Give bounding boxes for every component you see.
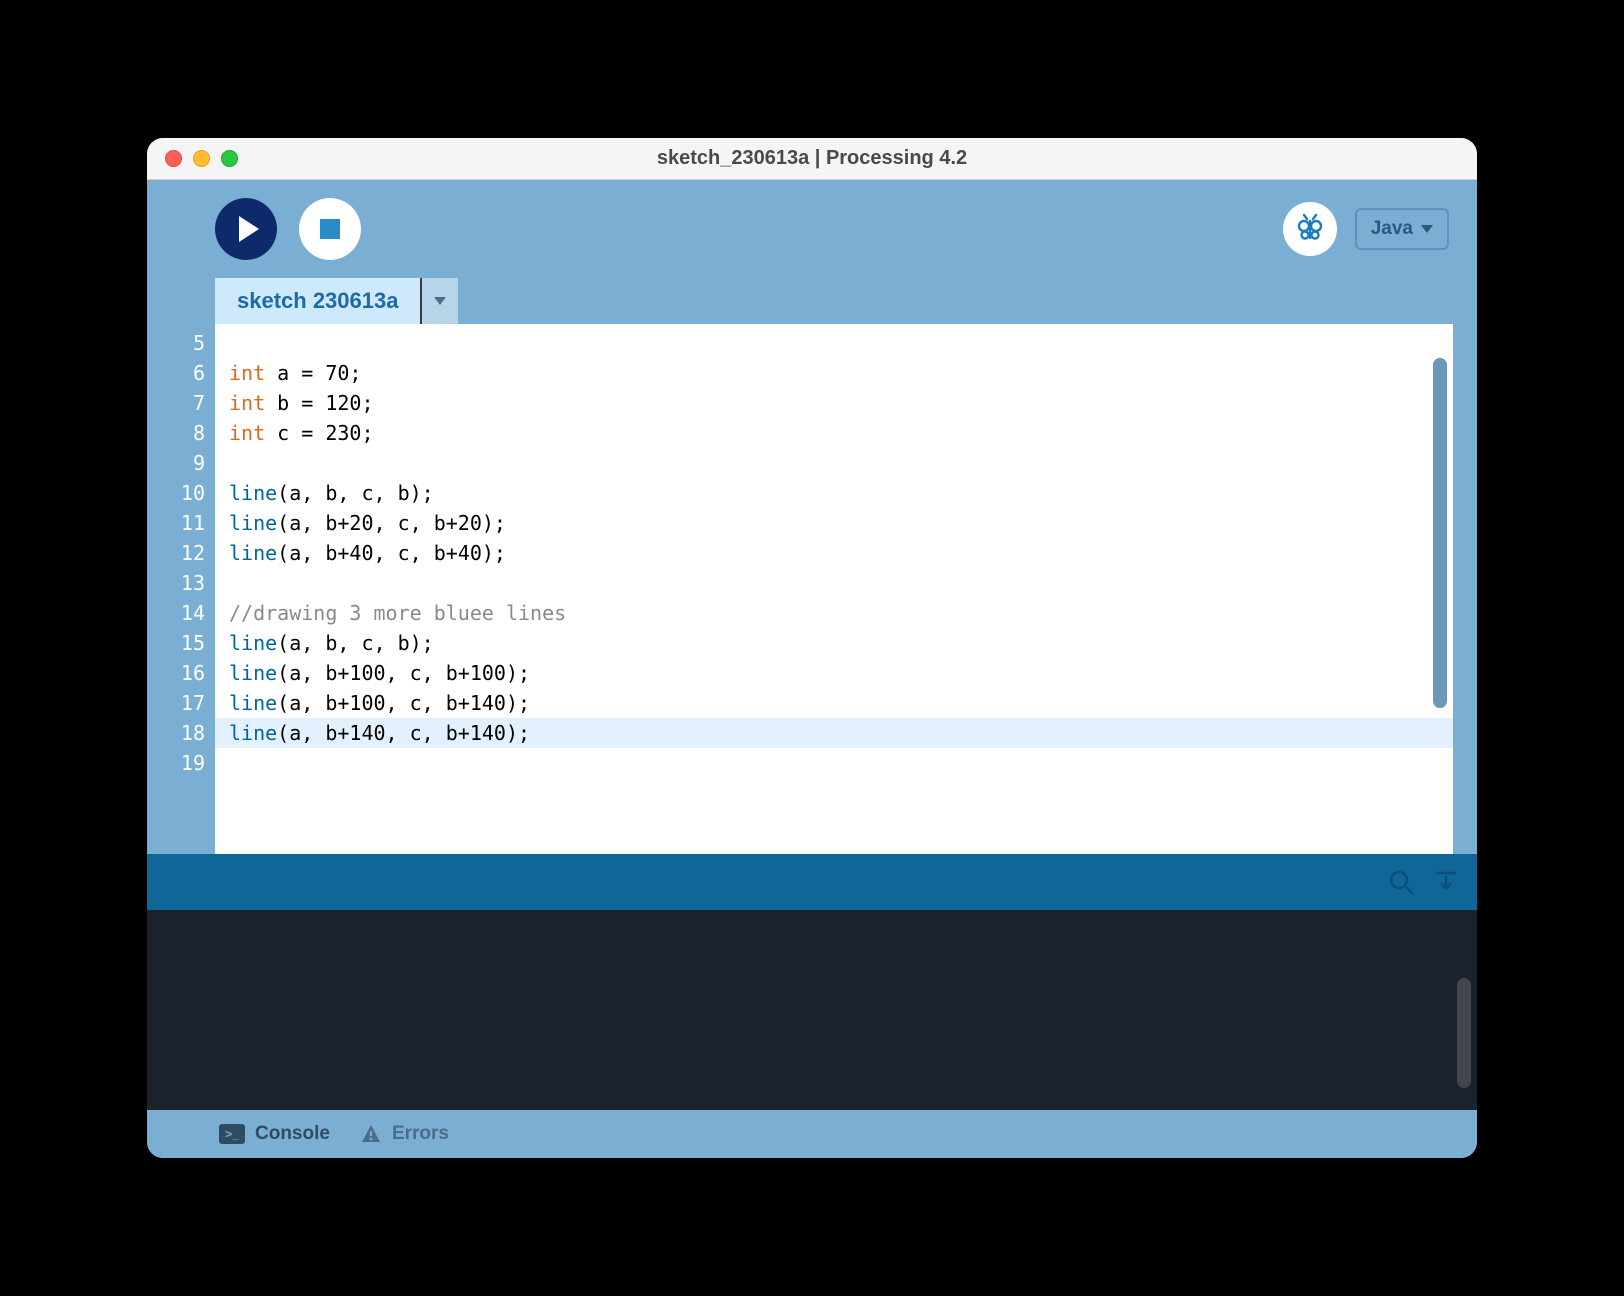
line-number: 14 bbox=[147, 598, 215, 628]
warning-icon bbox=[360, 1123, 382, 1145]
chevron-down-icon bbox=[1421, 225, 1433, 233]
console-tab-label: Console bbox=[255, 1123, 330, 1145]
line-number: 8 bbox=[147, 418, 215, 448]
stop-button[interactable] bbox=[299, 198, 361, 260]
line-number: 11 bbox=[147, 508, 215, 538]
line-number: 9 bbox=[147, 448, 215, 478]
code-line[interactable]: //drawing 3 more bluee lines bbox=[215, 598, 1453, 628]
terminal-icon: >_ bbox=[219, 1124, 245, 1144]
code-line[interactable]: line(a, b+100, c, b+100); bbox=[215, 658, 1453, 688]
line-number: 7 bbox=[147, 388, 215, 418]
window-title: sketch_230613a | Processing 4.2 bbox=[147, 147, 1477, 170]
code-line[interactable]: line(a, b+100, c, b+140); bbox=[215, 688, 1453, 718]
code-line[interactable] bbox=[215, 448, 1453, 478]
console-output[interactable] bbox=[147, 910, 1477, 1110]
line-number: 12 bbox=[147, 538, 215, 568]
code-line[interactable] bbox=[215, 748, 1453, 778]
code-line[interactable] bbox=[215, 568, 1453, 598]
mode-label: Java bbox=[1371, 218, 1413, 240]
code-area[interactable]: int a = 70;int b = 120;int c = 230; line(… bbox=[215, 324, 1453, 854]
editor: 5678910111213141516171819 int a = 70;int… bbox=[147, 324, 1477, 854]
line-number: 18 bbox=[147, 718, 215, 748]
bottom-tabs: >_ Console Errors bbox=[147, 1110, 1477, 1158]
tab-label: sketch 230613a bbox=[237, 288, 398, 314]
errors-tab-label: Errors bbox=[392, 1123, 449, 1145]
line-number: 10 bbox=[147, 478, 215, 508]
line-number: 6 bbox=[147, 358, 215, 388]
traffic-lights bbox=[165, 150, 238, 167]
code-line[interactable]: line(a, b+40, c, b+40); bbox=[215, 538, 1453, 568]
butterfly-icon bbox=[1293, 212, 1327, 246]
line-number: 5 bbox=[147, 328, 215, 358]
line-gutter: 5678910111213141516171819 bbox=[147, 324, 215, 854]
code-line[interactable]: int b = 120; bbox=[215, 388, 1453, 418]
stop-icon bbox=[320, 219, 340, 239]
status-bar bbox=[147, 854, 1477, 910]
app-window: sketch_230613a | Processing 4.2 bbox=[147, 138, 1477, 1158]
close-window-button[interactable] bbox=[165, 150, 182, 167]
code-line[interactable]: int c = 230; bbox=[215, 418, 1453, 448]
tab-row: sketch 230613a bbox=[147, 278, 1477, 324]
line-number: 13 bbox=[147, 568, 215, 598]
console-tab[interactable]: >_ Console bbox=[219, 1123, 330, 1145]
code-line[interactable]: int a = 70; bbox=[215, 358, 1453, 388]
toolbar-right: Java bbox=[1283, 202, 1449, 256]
code-line[interactable]: line(a, b, c, b); bbox=[215, 628, 1453, 658]
play-icon bbox=[239, 216, 259, 242]
code-line[interactable] bbox=[215, 328, 1453, 358]
line-number: 16 bbox=[147, 658, 215, 688]
collapse-icon[interactable] bbox=[1433, 869, 1459, 895]
zoom-window-button[interactable] bbox=[221, 150, 238, 167]
line-number: 15 bbox=[147, 628, 215, 658]
toolbar: Java bbox=[147, 180, 1477, 278]
code-line[interactable]: line(a, b+20, c, b+20); bbox=[215, 508, 1453, 538]
console-scrollbar[interactable] bbox=[1457, 978, 1471, 1088]
line-number: 17 bbox=[147, 688, 215, 718]
search-icon[interactable] bbox=[1387, 868, 1415, 896]
mode-selector[interactable]: Java bbox=[1355, 208, 1449, 250]
code-line[interactable]: line(a, b+140, c, b+140); bbox=[215, 718, 1453, 748]
sketch-tab[interactable]: sketch 230613a bbox=[215, 278, 422, 324]
code-line[interactable]: line(a, b, c, b); bbox=[215, 478, 1453, 508]
errors-tab[interactable]: Errors bbox=[360, 1123, 449, 1145]
chevron-down-icon bbox=[434, 297, 446, 305]
debug-button[interactable] bbox=[1283, 202, 1337, 256]
titlebar: sketch_230613a | Processing 4.2 bbox=[147, 138, 1477, 180]
run-button[interactable] bbox=[215, 198, 277, 260]
tab-menu-button[interactable] bbox=[422, 278, 458, 324]
line-number: 19 bbox=[147, 748, 215, 778]
editor-scrollbar[interactable] bbox=[1433, 358, 1447, 708]
minimize-window-button[interactable] bbox=[193, 150, 210, 167]
